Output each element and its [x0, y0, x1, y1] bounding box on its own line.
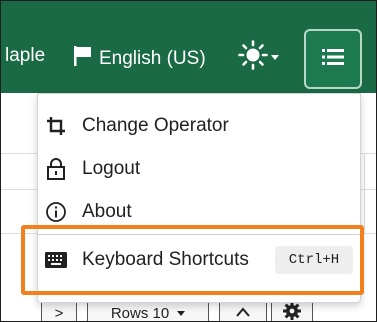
language-selector[interactable]: English (US)	[73, 45, 206, 73]
lock-icon	[44, 157, 68, 181]
main-menu-button[interactable]	[304, 29, 362, 89]
rows-per-page-select[interactable]: Rows 10	[87, 301, 209, 322]
chevron-up-icon	[235, 305, 251, 322]
next-label: >	[54, 304, 64, 322]
background-divider	[364, 153, 365, 233]
next-page-button[interactable]: >	[41, 301, 77, 322]
highlight-annotation	[21, 225, 364, 295]
menu-item-label: Change Operator	[82, 115, 229, 136]
menu-item-label: Logout	[82, 158, 141, 179]
menu-item-label: About	[82, 201, 132, 222]
table-toolbar: > Rows 10	[1, 301, 376, 322]
app-frame: laple English (US) > Rows 10 Change Oper…	[0, 0, 377, 322]
rows-label: Rows 10	[110, 304, 170, 322]
chevron-down-icon	[177, 310, 186, 316]
language-label: English (US)	[99, 48, 206, 69]
top-navbar: laple English (US)	[1, 1, 376, 93]
collapse-button[interactable]	[219, 301, 267, 322]
gear-icon	[282, 301, 302, 321]
info-icon	[44, 200, 68, 224]
crop-swap-icon	[44, 114, 68, 138]
theme-toggle[interactable]	[237, 39, 279, 76]
sun-icon	[237, 39, 269, 76]
flag-icon	[73, 45, 93, 73]
menu-item-change-operator[interactable]: Change Operator	[38, 106, 360, 146]
hamburger-list-icon	[322, 48, 344, 71]
chevron-down-icon	[271, 55, 279, 60]
menu-item-logout[interactable]: Logout	[38, 149, 360, 189]
user-name[interactable]: laple	[5, 45, 45, 67]
settings-button[interactable]	[271, 301, 313, 321]
